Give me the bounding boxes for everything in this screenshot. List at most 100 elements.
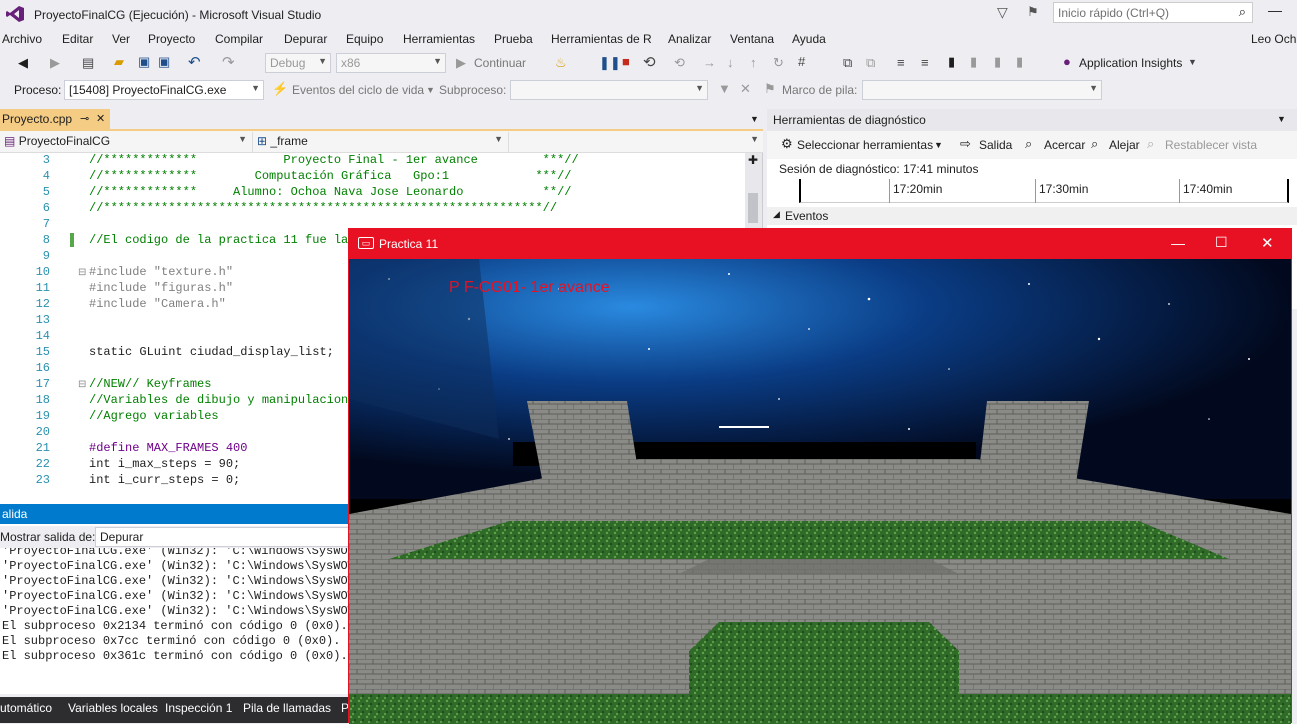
- filter-icon[interactable]: ▽: [997, 4, 1008, 21]
- quick-launch-input[interactable]: Inicio rápido (Ctrl+Q) ⌕: [1053, 2, 1253, 23]
- redo-icon[interactable]: ↷: [222, 53, 235, 71]
- flag-threads-icon[interactable]: ✕: [740, 81, 751, 97]
- tab-proyecto-cpp[interactable]: Proyecto.cpp ⊸ ✕: [0, 109, 110, 131]
- lightbulb-icon[interactable]: ●: [1063, 54, 1071, 69]
- step-out-icon[interactable]: ↑: [750, 55, 757, 70]
- menu-ayuda[interactable]: Ayuda: [792, 32, 826, 46]
- lifecycle-events-button[interactable]: Eventos del ciclo de vida: [292, 83, 424, 97]
- zoom-out-button[interactable]: Alejar: [1109, 138, 1140, 152]
- timeline-ruler[interactable]: 17:20min 17:30min 17:40min: [799, 179, 1289, 203]
- overlay-text: P F-CG01- 1er avance: [449, 279, 610, 296]
- thread-label: Subproceso:: [439, 83, 507, 97]
- function-scope-select[interactable]: ▼: [508, 132, 762, 152]
- close-tab-icon[interactable]: ✕: [96, 112, 105, 125]
- undo-icon[interactable]: ↶: [188, 53, 201, 71]
- next-bookmark-icon[interactable]: ▮: [994, 54, 1001, 70]
- tab-watch-1[interactable]: Inspección 1: [165, 701, 232, 715]
- minimize-button[interactable]: —: [1268, 2, 1282, 18]
- output-panel: alida Mostrar salida de: Depurar 'Proyec…: [0, 504, 350, 694]
- save-all-icon[interactable]: ▣: [158, 54, 170, 70]
- prev-bookmark-icon[interactable]: ▮: [970, 54, 977, 70]
- opengl-window[interactable]: ▭ Practica 11 — ☐ ✕ P F-CG01- 1er avance: [348, 228, 1292, 724]
- output-text[interactable]: 'ProyectoFinalCG.exe' (Win32): 'C:\Windo…: [0, 548, 350, 694]
- pin-icon[interactable]: ⊸: [80, 112, 89, 125]
- code-line[interactable]: 5 //************* Alumno: Ochoa Nava Jose…: [0, 185, 745, 201]
- save-icon[interactable]: ▣: [138, 54, 150, 70]
- tab-overflow-icon[interactable]: ▼: [750, 114, 759, 124]
- platform-select[interactable]: x86 ▼: [336, 53, 446, 73]
- clear-bookmarks-icon[interactable]: ▮: [1016, 54, 1023, 70]
- thread-select[interactable]: ▼: [510, 80, 708, 100]
- comment-icon[interactable]: ≡: [921, 55, 929, 70]
- open-folder-icon[interactable]: ▰: [114, 54, 124, 70]
- code-line[interactable]: 3 //************* Proyecto Final - 1er av…: [0, 153, 745, 169]
- filter-threads-icon[interactable]: ▼: [718, 81, 731, 96]
- pause-icon[interactable]: ❚❚: [599, 55, 621, 71]
- stack-frame-icon[interactable]: ⚑: [764, 81, 776, 97]
- gl-title-bar[interactable]: ▭ Practica 11 — ☐ ✕: [349, 229, 1291, 259]
- collapse-events-icon[interactable]: ◢: [773, 209, 780, 220]
- continue-play-icon[interactable]: ▶: [456, 55, 466, 71]
- menu-herramientas[interactable]: Herramientas: [403, 32, 475, 46]
- step-back-icon[interactable]: ↻: [773, 55, 784, 71]
- app-insights-dropdown-icon[interactable]: ▼: [1188, 57, 1197, 67]
- output-button[interactable]: Salida: [979, 138, 1012, 152]
- app-insights-button[interactable]: Application Insights: [1079, 56, 1182, 70]
- tab-locals[interactable]: Variables locales: [68, 701, 158, 715]
- menu-archivo[interactable]: Archivo: [2, 32, 42, 46]
- hot-reload-icon[interactable]: ♨: [555, 55, 567, 71]
- hex-display-icon[interactable]: #: [798, 54, 805, 69]
- bookmark-icon[interactable]: ▮: [948, 54, 955, 70]
- split-icon[interactable]: ✚: [748, 153, 758, 167]
- select-tools-button[interactable]: Seleccionar herramientas: [797, 138, 933, 152]
- user-name[interactable]: Leo Och: [1251, 32, 1296, 46]
- restart-icon[interactable]: ⟲: [643, 53, 656, 71]
- menu-analizar[interactable]: Analizar: [668, 32, 711, 46]
- process-select[interactable]: [15408] ProyectoFinalCG.exe ▼: [64, 80, 264, 100]
- gl-close-button[interactable]: ✕: [1261, 234, 1274, 252]
- menu-proyecto[interactable]: Proyecto: [148, 32, 195, 46]
- menu-editar[interactable]: Editar: [62, 32, 93, 46]
- output-line: El subproceso 0x7cc terminó con código 0…: [2, 634, 341, 648]
- code-line[interactable]: 4 //************* Computación Gráfica Gpo…: [0, 169, 745, 185]
- menu-ventana[interactable]: Ventana: [730, 32, 774, 46]
- stack-icon[interactable]: ⧉: [866, 55, 875, 71]
- rendered-scene[interactable]: P F-CG01- 1er avance: [349, 259, 1291, 724]
- step-over-icon[interactable]: →: [703, 55, 716, 70]
- configuration-select[interactable]: Debug ▼: [265, 53, 331, 73]
- output-source-select[interactable]: Depurar: [95, 527, 350, 547]
- stop-icon[interactable]: ■: [622, 54, 630, 69]
- menu-ver[interactable]: Ver: [112, 32, 130, 46]
- lifecycle-dropdown-icon[interactable]: ▼: [426, 85, 435, 95]
- show-next-statement-icon[interactable]: ⟲: [674, 55, 685, 71]
- back-icon[interactable]: ◀: [18, 55, 28, 71]
- tab-autos[interactable]: utomático: [0, 701, 52, 715]
- menu-equipo[interactable]: Equipo: [346, 32, 383, 46]
- project-scope-select[interactable]: ▤ ProyectoFinalCG ▼: [0, 132, 250, 152]
- forward-icon[interactable]: ▶: [50, 55, 60, 71]
- new-project-icon[interactable]: ▤: [82, 55, 94, 71]
- member-scope-select[interactable]: ⊞ _frame ▼: [252, 132, 506, 152]
- events-header[interactable]: ◢ Eventos: [767, 207, 1297, 225]
- zoom-in-button[interactable]: Acercar: [1044, 138, 1085, 152]
- lifecycle-events-icon[interactable]: ⚡: [272, 81, 288, 97]
- step-into-icon[interactable]: ↓: [727, 55, 734, 70]
- continue-button[interactable]: Continuar: [474, 56, 526, 70]
- format-icon[interactable]: ≡: [897, 55, 905, 70]
- menu-depurar[interactable]: Depurar: [284, 32, 327, 46]
- panel-dropdown-icon[interactable]: ▼: [1277, 114, 1286, 124]
- feedback-icon[interactable]: ⚑: [1027, 4, 1039, 20]
- line-number: 7: [42, 217, 50, 231]
- gl-minimize-button[interactable]: —: [1171, 235, 1185, 251]
- thread-icon[interactable]: ⧉: [843, 55, 852, 71]
- code-line[interactable]: 6 //*************************************…: [0, 201, 745, 217]
- menu-prueba[interactable]: Prueba: [494, 32, 533, 46]
- menu-compilar[interactable]: Compilar: [215, 32, 263, 46]
- scrollbar-thumb[interactable]: [748, 193, 758, 223]
- reset-view-button[interactable]: Restablecer vista: [1165, 138, 1257, 152]
- stack-frame-select[interactable]: ▼: [862, 80, 1102, 100]
- tab-call-stack[interactable]: Pila de llamadas: [243, 701, 331, 715]
- menu-herramientas-r[interactable]: Herramientas de R: [551, 32, 652, 46]
- select-tools-dropdown-icon[interactable]: ▼: [934, 140, 943, 150]
- gl-maximize-button[interactable]: ☐: [1215, 234, 1228, 251]
